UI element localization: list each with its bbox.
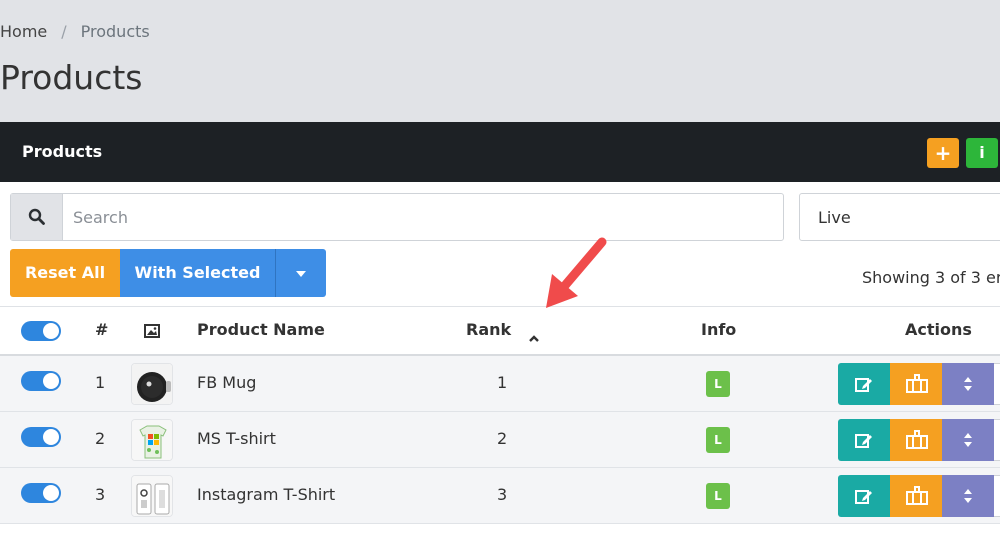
- search-icon: [11, 194, 63, 240]
- row-number: 2: [95, 429, 106, 448]
- caret-down-icon: [296, 270, 306, 277]
- add-product-button[interactable]: +: [927, 138, 959, 168]
- panel-header: Products: [0, 122, 1000, 182]
- breadcrumb-home-link[interactable]: Home: [0, 22, 47, 41]
- panel-title: Products: [22, 142, 103, 161]
- product-rank: 2: [497, 429, 508, 448]
- table-row: 2 MS T-shirt 2 L: [0, 412, 1000, 468]
- sort-icon: [964, 377, 972, 391]
- stock-icon: [906, 430, 928, 449]
- stock-icon: [906, 374, 928, 393]
- search-box: [10, 193, 784, 241]
- breadcrumb-current: Products: [80, 22, 150, 41]
- more-actions-button[interactable]: [994, 475, 1000, 517]
- stock-button[interactable]: [890, 419, 942, 461]
- search-input[interactable]: [73, 194, 773, 240]
- product-name[interactable]: FB Mug: [197, 373, 256, 392]
- showing-entries-text: Showing 3 of 3 er: [862, 268, 1000, 287]
- product-name[interactable]: Instagram T-Shirt: [197, 485, 335, 504]
- table-header-top-border: [0, 306, 1000, 307]
- column-header-rank[interactable]: Rank: [466, 320, 511, 339]
- live-badge: L: [706, 371, 730, 397]
- product-thumbnail[interactable]: [131, 475, 173, 517]
- breadcrumb-separator: /: [61, 22, 67, 41]
- more-actions-button[interactable]: [994, 419, 1000, 461]
- reorder-button[interactable]: [942, 475, 994, 517]
- product-rank: 1: [497, 373, 508, 392]
- image-icon: [144, 323, 160, 342]
- column-header-number: #: [95, 320, 109, 339]
- edit-icon: [855, 490, 872, 504]
- row-enabled-toggle[interactable]: [21, 371, 61, 391]
- table-row: 3 Instagram T-Shirt 3 L: [0, 468, 1000, 524]
- row-enabled-toggle[interactable]: [21, 427, 61, 447]
- row-enabled-toggle[interactable]: [21, 483, 61, 503]
- stock-button[interactable]: [890, 363, 942, 405]
- page-title: Products: [0, 58, 143, 97]
- top-area: [0, 0, 1000, 122]
- column-header-info: Info: [701, 320, 737, 339]
- annotation-arrow-icon: [546, 237, 607, 308]
- with-selected-dropdown-toggle[interactable]: [275, 249, 326, 297]
- stock-button[interactable]: [890, 475, 942, 517]
- product-thumbnail[interactable]: [131, 419, 173, 461]
- edit-button[interactable]: [838, 419, 890, 461]
- edit-icon: [855, 378, 872, 392]
- breadcrumb: Home / Products: [0, 22, 150, 41]
- row-number: 1: [95, 373, 106, 392]
- live-badge: L: [706, 483, 730, 509]
- edit-icon: [855, 434, 872, 448]
- select-all-toggle[interactable]: [21, 321, 61, 341]
- column-header-actions: Actions: [905, 320, 972, 339]
- edit-button[interactable]: [838, 363, 890, 405]
- status-filter-select[interactable]: Live: [799, 193, 1000, 241]
- product-name[interactable]: MS T-shirt: [197, 429, 276, 448]
- reset-all-button[interactable]: Reset All: [10, 249, 120, 297]
- reorder-button[interactable]: [942, 363, 994, 405]
- info-button[interactable]: i: [966, 138, 998, 168]
- product-rank: 3: [497, 485, 508, 504]
- stock-icon: [906, 486, 928, 505]
- column-header-product-name[interactable]: Product Name: [197, 320, 325, 339]
- more-actions-button[interactable]: [994, 363, 1000, 405]
- sort-icon: [964, 433, 972, 447]
- sort-ascending-icon[interactable]: [528, 327, 540, 346]
- with-selected-button[interactable]: With Selected: [120, 249, 275, 297]
- reorder-button[interactable]: [942, 419, 994, 461]
- product-thumbnail[interactable]: [131, 363, 173, 405]
- row-number: 3: [95, 485, 106, 504]
- live-badge: L: [706, 427, 730, 453]
- edit-button[interactable]: [838, 475, 890, 517]
- table-row: 1 FB Mug 1 L: [0, 356, 1000, 412]
- sort-icon: [964, 489, 972, 503]
